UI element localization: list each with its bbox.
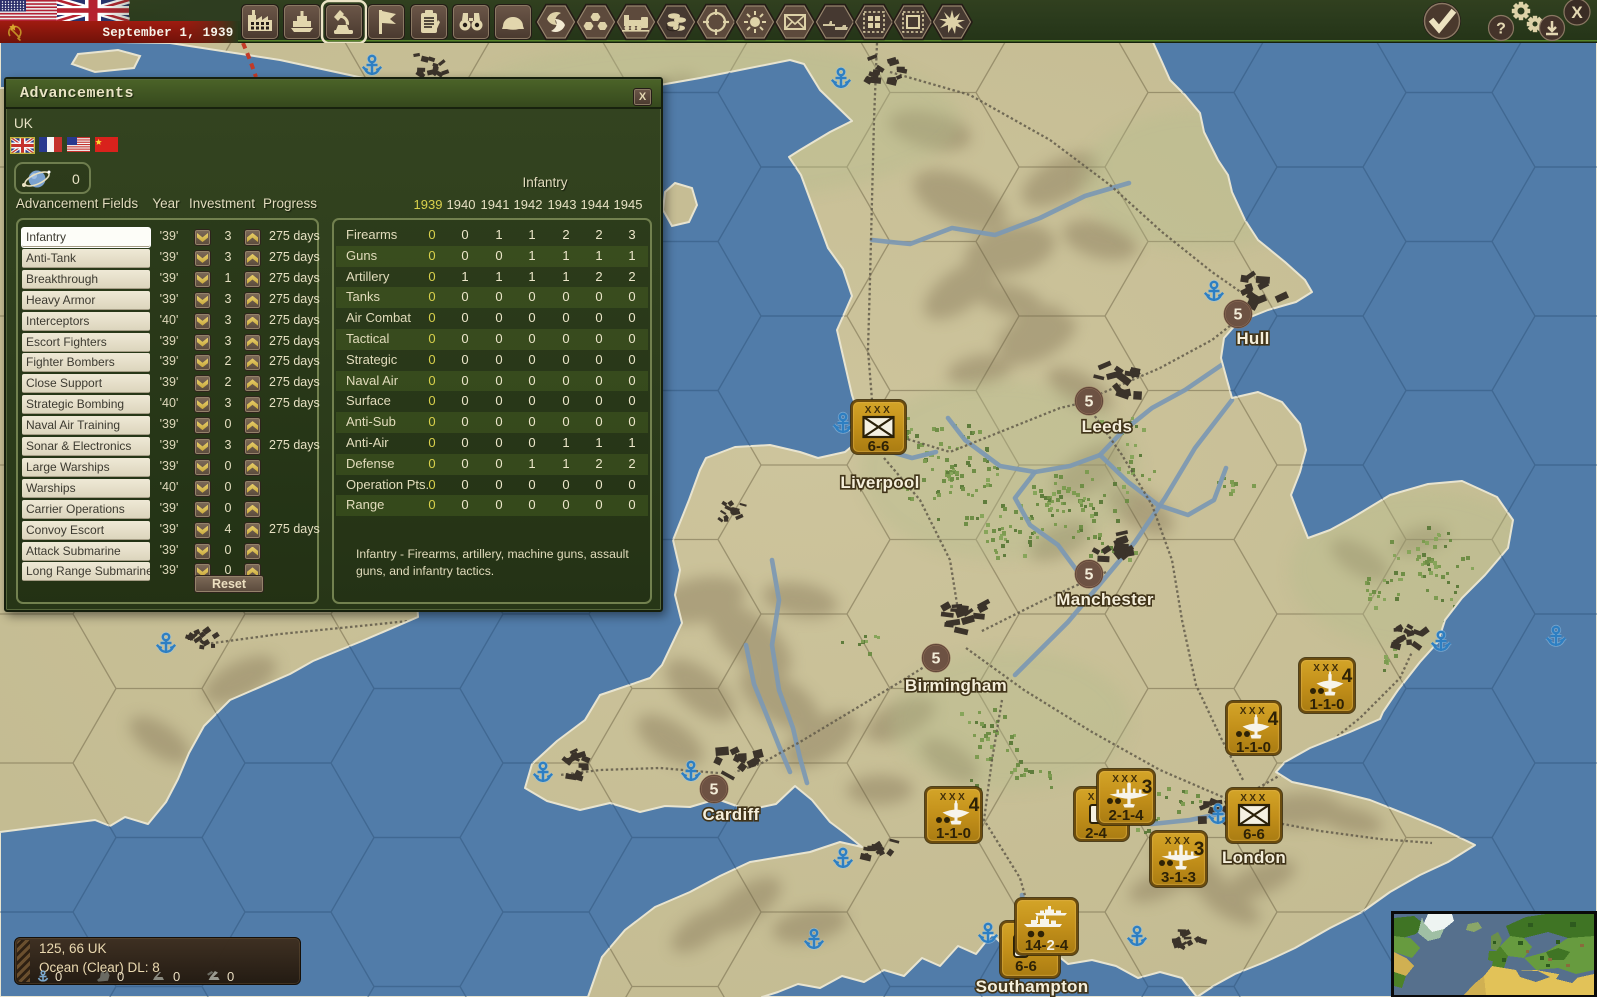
svg-text:Manchester: Manchester <box>1056 590 1154 609</box>
svg-text:1-1-0: 1-1-0 <box>936 825 971 842</box>
svg-text:0: 0 <box>173 970 180 983</box>
svg-text:6-6: 6-6 <box>868 438 890 455</box>
svg-text:XXX: XXX <box>1165 836 1193 847</box>
svg-text:September 1, 1939: September 1, 1939 <box>103 26 234 40</box>
svg-text:London: London <box>1222 848 1286 867</box>
svg-text:0: 0 <box>227 970 234 983</box>
svg-text:5: 5 <box>1085 394 1094 411</box>
svg-text:14-2-4: 14-2-4 <box>1025 937 1069 954</box>
svg-text:XXX: XXX <box>1240 706 1268 717</box>
svg-text:Leeds: Leeds <box>1082 417 1133 436</box>
svg-text:Cardiff: Cardiff <box>703 805 760 824</box>
svg-text:4: 4 <box>969 795 980 816</box>
svg-text:4: 4 <box>1268 709 1279 730</box>
svg-text:0: 0 <box>117 970 124 983</box>
svg-text:Hull: Hull <box>1236 329 1269 348</box>
svg-text:5: 5 <box>710 782 719 799</box>
svg-text:X: X <box>1571 3 1583 22</box>
svg-text:XXX: XXX <box>1313 663 1341 674</box>
svg-text:6-6: 6-6 <box>1015 958 1037 975</box>
svg-text:Birmingham: Birmingham <box>905 676 1007 695</box>
svg-text:2-1-4: 2-1-4 <box>1108 807 1144 824</box>
svg-text:5: 5 <box>1234 307 1243 324</box>
svg-text:Liverpool: Liverpool <box>840 473 919 492</box>
svg-text:0: 0 <box>55 970 62 983</box>
svg-text:5: 5 <box>1085 567 1094 584</box>
svg-text:XXX: XXX <box>865 405 893 416</box>
svg-text:1-1-0: 1-1-0 <box>1309 696 1344 713</box>
svg-text:4: 4 <box>1342 666 1353 687</box>
svg-text:XXX: XXX <box>1112 774 1140 785</box>
svg-text:3-1-3: 3-1-3 <box>1161 869 1196 886</box>
svg-text:3: 3 <box>1142 777 1153 798</box>
svg-text:XXX: XXX <box>940 792 968 803</box>
svg-text:XXX: XXX <box>1240 793 1268 804</box>
svg-text:1-1-0: 1-1-0 <box>1236 739 1271 756</box>
svg-text:Southampton: Southampton <box>976 977 1089 996</box>
svg-text:6-6: 6-6 <box>1243 826 1265 843</box>
svg-text:3: 3 <box>1194 839 1205 860</box>
svg-text:?: ? <box>1496 21 1506 38</box>
svg-text:5: 5 <box>932 651 941 668</box>
svg-text:2-4: 2-4 <box>1085 825 1107 842</box>
